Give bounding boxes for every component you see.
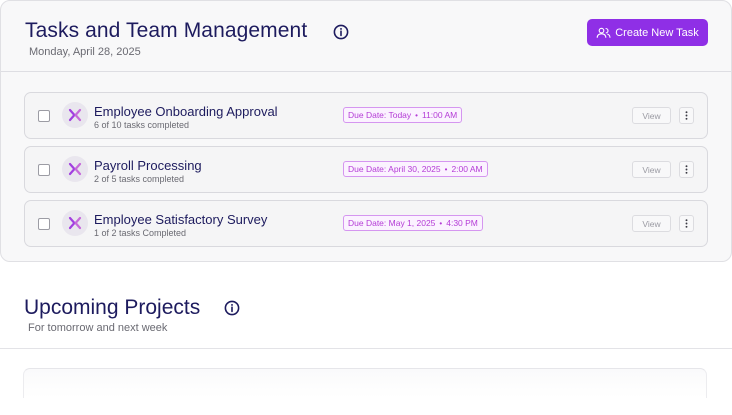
upcoming-projects-title: Upcoming Projects: [24, 296, 201, 319]
section-divider: [0, 348, 732, 349]
view-button[interactable]: View: [632, 107, 671, 124]
vertical-dots-icon: [685, 111, 688, 120]
more-options-button[interactable]: [679, 215, 694, 232]
task-row[interactable]: Payroll Processing 2 of 5 tasks complete…: [24, 146, 708, 193]
brand-x-logo-icon: [68, 108, 82, 122]
upcoming-projects-subtitle: For tomorrow and next week: [28, 322, 168, 334]
page-title: Tasks and Team Management: [25, 19, 308, 42]
due-date-text: Due Date: Today: [348, 110, 412, 120]
task-avatar: [62, 102, 88, 128]
vertical-dots-icon: [685, 165, 688, 174]
due-date-badge: Due Date: April 30, 2025 • 2:00 AM: [343, 161, 488, 177]
due-date-badge: Due Date: Today • 11:00 AM: [343, 107, 463, 123]
task-name[interactable]: Payroll Processing: [94, 158, 202, 173]
vertical-dots-icon: [685, 219, 688, 228]
upcoming-project-card[interactable]: [23, 368, 707, 398]
due-date-text: Due Date: April 30, 2025: [348, 164, 441, 174]
task-progress: 2 of 5 tasks completed: [94, 174, 185, 184]
task-checkbox[interactable]: [38, 218, 50, 230]
more-options-button[interactable]: [679, 161, 694, 178]
users-icon: [596, 27, 611, 38]
create-new-task-button[interactable]: Create New Task: [587, 19, 708, 46]
task-checkbox[interactable]: [38, 110, 50, 122]
info-circle-icon[interactable]: [224, 300, 240, 316]
task-row[interactable]: Employee Satisfactory Survey 1 of 2 task…: [24, 200, 708, 247]
separator-dot: •: [439, 218, 443, 228]
view-button[interactable]: View: [632, 161, 671, 178]
due-time-text: 4:30 PM: [446, 218, 478, 228]
current-date: Monday, April 28, 2025: [29, 46, 141, 58]
due-time-text: 11:00 AM: [421, 110, 458, 120]
due-time-text: 2:00 AM: [451, 164, 483, 174]
separator-dot: •: [444, 164, 448, 174]
view-button[interactable]: View: [632, 215, 671, 232]
due-date-text: Due Date: May 1, 2025: [348, 218, 436, 228]
task-name[interactable]: Employee Onboarding Approval: [94, 104, 278, 119]
brand-x-logo-icon: [68, 162, 82, 176]
task-avatar: [62, 210, 88, 236]
task-avatar: [62, 156, 88, 182]
task-checkbox[interactable]: [38, 164, 50, 176]
create-new-task-label: Create New Task: [615, 26, 699, 39]
info-circle-icon[interactable]: [333, 24, 349, 40]
more-options-button[interactable]: [679, 107, 694, 124]
tasks-team-card: Tasks and Team Management Monday, April …: [0, 0, 732, 262]
due-date-badge: Due Date: May 1, 2025 • 4:30 PM: [343, 215, 483, 231]
brand-x-logo-icon: [68, 216, 82, 230]
task-name[interactable]: Employee Satisfactory Survey: [94, 212, 267, 227]
task-row[interactable]: Employee Onboarding Approval 6 of 10 tas…: [24, 92, 708, 139]
task-progress: 1 of 2 tasks Completed: [94, 228, 187, 238]
separator-dot: •: [415, 110, 418, 120]
tasks-card-header: Tasks and Team Management Monday, April …: [1, 1, 731, 72]
task-progress: 6 of 10 tasks completed: [94, 120, 190, 130]
